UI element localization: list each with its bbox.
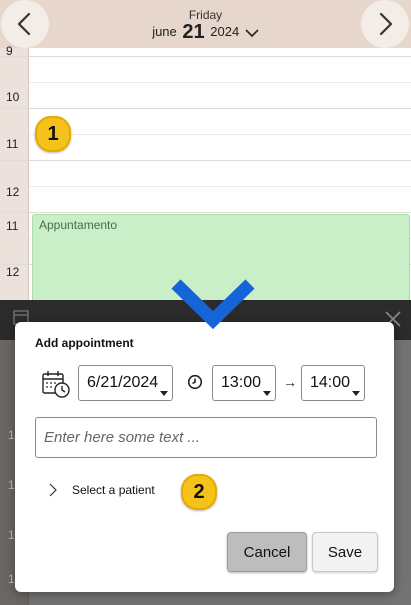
- half-hour-line: [29, 82, 411, 83]
- clock-icon: [187, 374, 203, 390]
- calendar-clock-icon[interactable]: [41, 369, 71, 399]
- hour-label: 11: [6, 219, 19, 233]
- select-patient-expander[interactable]: Select a patient: [48, 480, 155, 500]
- chevron-right-icon: [379, 12, 393, 36]
- background-row-label: 1: [8, 478, 15, 492]
- notes-input[interactable]: [35, 417, 377, 458]
- end-time-value: 14:00: [310, 374, 351, 391]
- start-time-field[interactable]: 13:00: [212, 365, 276, 401]
- background-row-label: 1: [8, 528, 15, 542]
- chevron-down-icon: [171, 279, 255, 330]
- add-appointment-dialog: Add appointment 6/21/2024 13:00 → 14:00 …: [15, 322, 394, 592]
- next-day-button[interactable]: [361, 0, 409, 48]
- end-time-field[interactable]: 14:00: [301, 365, 365, 401]
- dropdown-caret-icon: [160, 391, 168, 396]
- step-badge-2: 2: [181, 474, 217, 510]
- dialog-title: Add appointment: [35, 336, 134, 350]
- chevron-down-icon: [245, 29, 259, 38]
- hour-label: 12: [6, 185, 20, 199]
- date-selector[interactable]: june 21 2024: [0, 21, 411, 44]
- start-time-value: 13:00: [221, 374, 262, 391]
- save-button[interactable]: Save: [312, 532, 378, 572]
- half-hour-line: [29, 186, 411, 187]
- cancel-button[interactable]: Cancel: [227, 532, 307, 572]
- calendar-header: Friday june 21 2024: [0, 0, 411, 48]
- hour-label: 12: [6, 265, 20, 279]
- hour-label: 9: [6, 44, 13, 58]
- date-field[interactable]: 6/21/2024: [78, 365, 173, 401]
- dropdown-caret-icon: [352, 391, 360, 396]
- select-patient-label: Select a patient: [72, 483, 155, 497]
- hour-line: [0, 56, 411, 57]
- arrow-right-icon: →: [283, 374, 297, 390]
- hour-line: [0, 108, 411, 109]
- month-label: june: [152, 24, 177, 39]
- date-value: 6/21/2024: [87, 374, 159, 391]
- dropdown-caret-icon: [263, 391, 271, 396]
- background-row-label: 1: [8, 428, 15, 442]
- day-name: Friday: [188, 8, 223, 22]
- background-row-label: 1: [8, 572, 15, 586]
- hour-label: 11: [6, 137, 19, 151]
- hour-line: [0, 160, 411, 161]
- hour-line: [0, 212, 411, 213]
- step-badge-1: 1: [35, 116, 71, 152]
- chevron-right-icon: [49, 483, 57, 497]
- appointment-title: Appuntamento: [39, 218, 118, 232]
- hour-label: 10: [6, 90, 20, 104]
- year-label: 2024: [210, 24, 240, 39]
- half-hour-line: [29, 134, 411, 135]
- day-number: 21: [182, 21, 205, 43]
